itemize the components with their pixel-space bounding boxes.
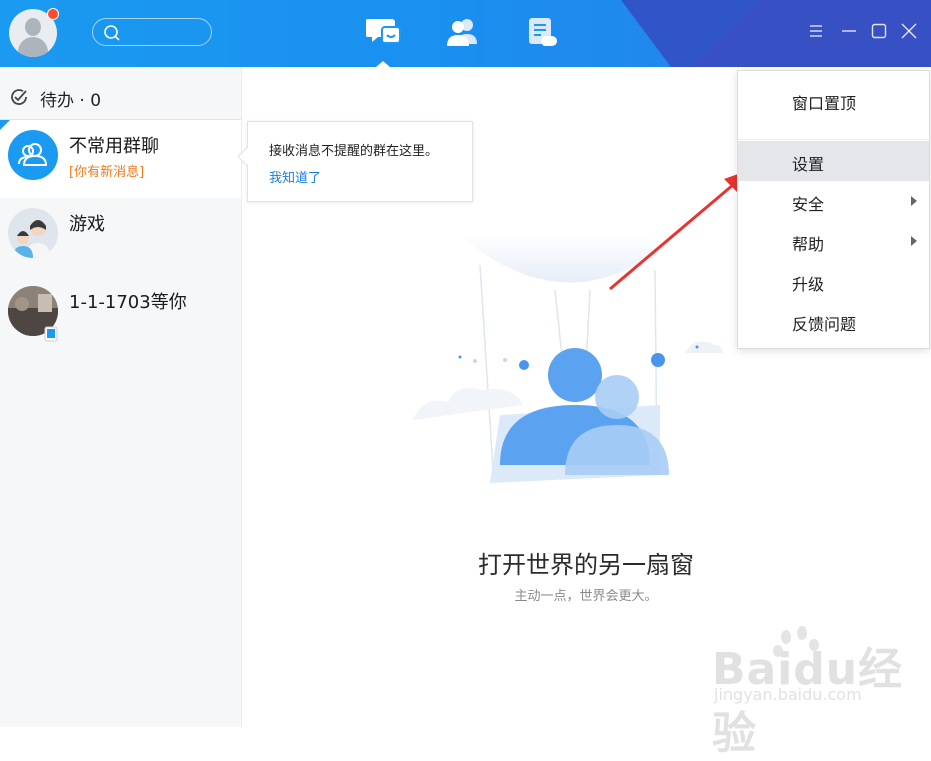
mobile-device-icon	[44, 326, 58, 342]
baidu-jingyan-watermark: Baidu经验 jingyan.baidu.com	[712, 625, 922, 759]
new-message-label: [你有新消息]	[69, 165, 145, 180]
close-icon[interactable]	[900, 22, 918, 40]
got-it-link[interactable]: 我知道了	[269, 167, 321, 186]
active-tab-indicator	[376, 61, 390, 67]
group-avatar	[8, 208, 58, 258]
conversation-name: 不常用群聊	[69, 136, 159, 157]
menu-item-feedback[interactable]: 反馈问题	[738, 301, 929, 341]
document-icon[interactable]	[526, 16, 560, 50]
menu-icon[interactable]	[807, 22, 825, 40]
tooltip-text: 接收消息不提醒的群在这里。	[269, 144, 439, 159]
maximize-icon[interactable]	[870, 22, 888, 40]
menu-item-label: 安全	[792, 195, 825, 214]
empty-state-title: 打开世界的另一扇窗	[478, 551, 694, 579]
menu-item-label: 反馈问题	[792, 315, 857, 334]
check-circle-icon	[11, 89, 27, 105]
conversation-name: 游戏	[69, 214, 105, 235]
title-bar	[0, 0, 931, 67]
list-item[interactable]: 1-1-1703等你	[0, 276, 241, 354]
menu-item-settings[interactable]: 设置	[738, 141, 929, 181]
menu-item-label: 帮助	[792, 235, 825, 254]
watermark-url: jingyan.baidu.com	[714, 685, 862, 704]
list-item[interactable]: 不常用群聊 [你有新消息]	[0, 120, 241, 198]
search-box[interactable]	[92, 18, 212, 46]
menu-item-label: 窗口置顶	[792, 94, 857, 113]
group-icon	[8, 130, 58, 180]
list-item[interactable]: 游戏	[0, 198, 241, 276]
minimize-icon[interactable]	[840, 22, 858, 40]
hint-tooltip: 接收消息不提醒的群在这里。 我知道了	[247, 121, 473, 202]
menu-item-security[interactable]: 安全	[738, 181, 929, 221]
todo-row[interactable]: 待办 · 0	[0, 67, 241, 120]
submenu-arrow-icon	[911, 196, 917, 206]
conversation-name: 1-1-1703等你	[69, 292, 187, 313]
search-icon	[104, 25, 120, 41]
main-menu-dropdown: 窗口置顶 设置 安全 帮助 升级 反馈问题	[737, 70, 930, 349]
contacts-icon[interactable]	[445, 16, 481, 48]
menu-item-pin-window[interactable]: 窗口置顶	[738, 80, 929, 120]
conversation-sidebar: 待办 · 0 不常用群聊 [你有新消息] 游戏 1-1-1703等你	[0, 67, 242, 727]
menu-item-help[interactable]: 帮助	[738, 221, 929, 261]
annotation-arrow	[609, 168, 755, 291]
empty-state-subtitle: 主动一点，世界会更大。	[514, 589, 658, 604]
menu-item-label: 升级	[792, 275, 825, 294]
unread-corner-marker	[0, 120, 10, 130]
todo-label: 待办 · 0	[40, 91, 102, 111]
submenu-arrow-icon	[911, 236, 917, 246]
menu-item-label: 设置	[792, 155, 825, 174]
notification-dot	[47, 8, 59, 20]
menu-separator	[738, 139, 929, 140]
menu-item-upgrade[interactable]: 升级	[738, 261, 929, 301]
chat-icon[interactable]	[366, 16, 402, 48]
